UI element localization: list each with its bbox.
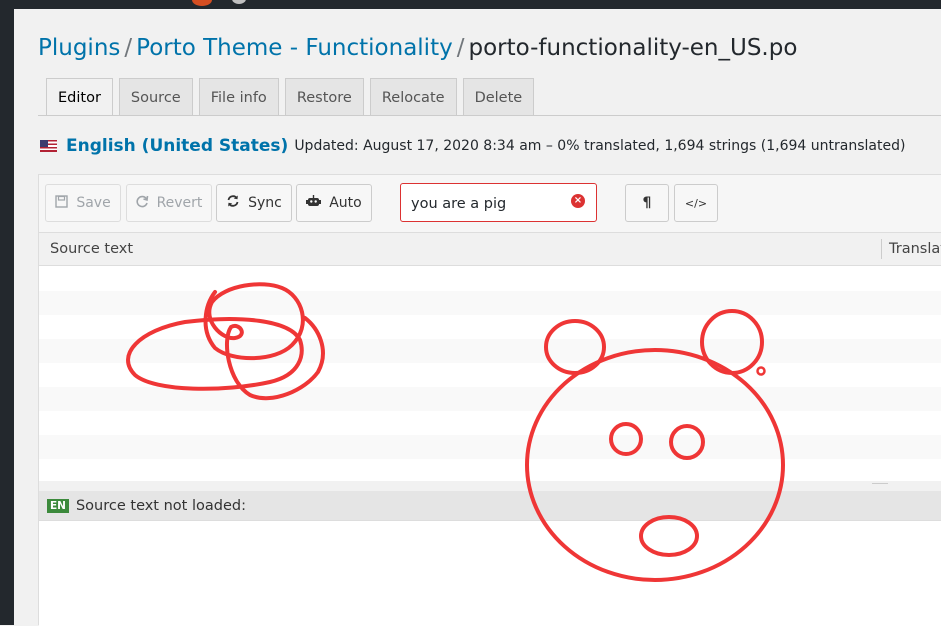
list-item[interactable] xyxy=(39,435,941,459)
revert-icon xyxy=(135,195,149,212)
translation-column-header[interactable]: Translat xyxy=(889,241,941,257)
revert-label: Revert xyxy=(156,195,203,211)
splitter-grip[interactable] xyxy=(872,483,888,485)
clear-search-icon[interactable]: × xyxy=(571,194,585,208)
auto-translate-button[interactable]: Auto xyxy=(296,184,372,222)
column-divider[interactable] xyxy=(881,239,882,259)
string-list-header: Source text Translat xyxy=(39,233,941,266)
robot-icon xyxy=(306,194,322,212)
pane-splitter[interactable] xyxy=(39,481,941,491)
notification-badge[interactable] xyxy=(192,0,212,6)
tab-file-info[interactable]: File info xyxy=(198,78,279,116)
search-field[interactable]: × xyxy=(400,183,597,222)
string-list[interactable] xyxy=(39,267,941,481)
toggle-code-view-button[interactable]: </> xyxy=(674,184,718,222)
list-item[interactable] xyxy=(39,387,941,411)
locale-info: English (United States) Updated: August … xyxy=(40,136,905,156)
breadcrumb-plugins-link[interactable]: Plugins xyxy=(38,35,120,61)
po-editor: Save Revert Sync Auto × ¶ </ xyxy=(38,174,941,626)
file-stats: Updated: August 17, 2020 8:34 am – 0% tr… xyxy=(294,138,906,154)
breadcrumb-current-file: porto-functionality-en_US.po xyxy=(468,35,798,61)
source-panel-header: EN Source text not loaded: xyxy=(39,491,941,521)
sync-button[interactable]: Sync xyxy=(216,184,292,222)
search-input[interactable] xyxy=(411,193,571,215)
language-link[interactable]: English (United States) xyxy=(66,136,288,156)
tab-source[interactable]: Source xyxy=(118,78,193,116)
us-flag-icon xyxy=(40,140,57,152)
sync-icon xyxy=(226,194,240,212)
admin-bar-icon[interactable] xyxy=(232,0,246,4)
list-item[interactable] xyxy=(39,315,941,339)
breadcrumb-separator: / xyxy=(456,35,465,61)
language-badge: EN xyxy=(47,498,69,513)
breadcrumb-separator: / xyxy=(124,35,133,61)
admin-sidebar-edge xyxy=(0,0,14,625)
list-item[interactable] xyxy=(39,267,941,291)
list-item[interactable] xyxy=(39,411,941,435)
tab-editor[interactable]: Editor xyxy=(46,78,113,116)
source-panel-body xyxy=(39,522,941,626)
tab-delete[interactable]: Delete xyxy=(462,78,535,116)
pilcrow-icon: ¶ xyxy=(642,195,652,211)
save-icon xyxy=(55,194,69,212)
toggle-invisibles-button[interactable]: ¶ xyxy=(625,184,669,222)
source-text-column-header[interactable]: Source text xyxy=(50,241,133,257)
save-label: Save xyxy=(76,195,111,211)
editor-toolbar: Save Revert Sync Auto × ¶ </ xyxy=(39,175,941,233)
revert-button[interactable]: Revert xyxy=(126,184,212,222)
editor-tabs: Editor Source File info Restore Relocate… xyxy=(46,78,540,116)
list-item[interactable] xyxy=(39,363,941,387)
list-item[interactable] xyxy=(39,459,941,481)
breadcrumb-theme-link[interactable]: Porto Theme - Functionality xyxy=(136,35,453,61)
code-icon: </> xyxy=(684,196,708,210)
list-item[interactable] xyxy=(39,291,941,315)
save-button[interactable]: Save xyxy=(45,184,121,222)
list-item[interactable] xyxy=(39,339,941,363)
tab-relocate[interactable]: Relocate xyxy=(369,78,457,116)
breadcrumb: Plugins / Porto Theme - Functionality / port… xyxy=(38,33,797,63)
admin-top-bar xyxy=(0,0,941,9)
auto-label: Auto xyxy=(329,195,362,211)
sync-label: Sync xyxy=(248,195,282,211)
tabs-divider xyxy=(38,115,941,116)
source-panel-label: Source text not loaded: xyxy=(75,497,246,514)
tab-restore[interactable]: Restore xyxy=(284,78,364,116)
